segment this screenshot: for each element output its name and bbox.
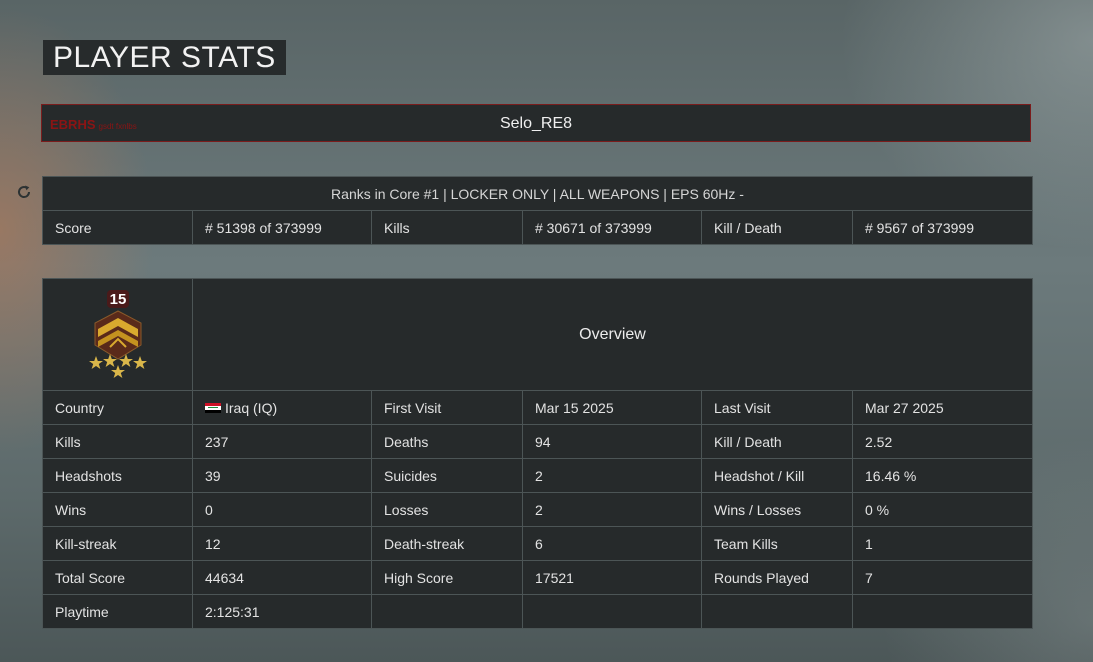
rank-label: Kills: [371, 210, 523, 245]
stat-value: Mar 27 2025: [851, 390, 1034, 425]
stat-value: 44634: [192, 560, 372, 595]
stat-label: First Visit: [371, 390, 523, 425]
stats-row: Country Iraq (IQ) First Visit Mar 15 2025 La…: [42, 390, 1034, 425]
stat-value: [522, 594, 702, 629]
stat-value: 0 %: [851, 492, 1034, 527]
page-title: PLAYER STATS: [43, 40, 286, 75]
refresh-icon[interactable]: [16, 184, 32, 200]
stat-label: Total Score: [42, 560, 193, 595]
stats-row: Kill-streak 12 Death-streak 6 Team Kills 1: [42, 526, 1034, 561]
overview-title: Overview: [191, 278, 1034, 391]
stat-label: Kills: [42, 424, 193, 459]
stat-value: 0: [192, 492, 372, 527]
stat-value: Iraq (IQ): [192, 390, 372, 425]
stats-row: Kills 237 Deaths 94 Kill / Death 2.52: [42, 424, 1034, 459]
rank-badge-icon: 15: [88, 290, 147, 378]
stat-label: Wins / Losses: [701, 492, 853, 527]
stat-value: 2: [522, 492, 702, 527]
stat-value: 6: [522, 526, 702, 561]
stat-value: 17521: [522, 560, 702, 595]
stats-row: Playtime 2:125:31: [42, 594, 1034, 629]
stat-label: Kill / Death: [701, 424, 853, 459]
stat-label: Playtime: [42, 594, 193, 629]
stat-value: 2.52: [851, 424, 1034, 459]
stat-label: High Score: [371, 560, 523, 595]
ranks-header: Ranks in Core #1 | LOCKER ONLY | ALL WEA…: [41, 176, 1034, 211]
stat-label: Suicides: [371, 458, 523, 493]
stat-label: Death-streak: [371, 526, 523, 561]
rank-value: # 51398 of 373999: [192, 210, 372, 245]
stat-value: 2: [522, 458, 702, 493]
rank-value: # 9567 of 373999: [851, 210, 1034, 245]
stat-value: 39: [192, 458, 372, 493]
stat-label: Headshot / Kill: [701, 458, 853, 493]
stat-label: Deaths: [371, 424, 523, 459]
stat-value: [851, 594, 1034, 629]
overview-table: 15 Overview Country Iraq (IQ) First Visit M…: [42, 278, 1034, 629]
stats-row: Total Score 44634 High Score 17521 Rounds Pl…: [42, 560, 1034, 595]
ranks-row: Score # 51398 of 373999 Kills # 30671 of…: [42, 210, 1034, 245]
rank-badge-cell: 15: [42, 278, 193, 391]
stat-value: 237: [192, 424, 372, 459]
stat-label: Last Visit: [701, 390, 853, 425]
stats-row: Wins 0 Losses 2 Wins / Losses 0 %: [42, 492, 1034, 527]
player-name-bar: EBRHS gsdt fxnlbs Selo_RE8: [41, 104, 1031, 142]
rank-label: Kill / Death: [701, 210, 853, 245]
stat-label: Headshots: [42, 458, 193, 493]
stat-value: 2:125:31: [192, 594, 372, 629]
ranks-table: Ranks in Core #1 | LOCKER ONLY | ALL WEA…: [41, 176, 1034, 245]
ranks-header-row: Ranks in Core #1 | LOCKER ONLY | ALL WEA…: [41, 176, 1034, 211]
rank-number: 15: [109, 291, 126, 308]
stat-label: Country: [42, 390, 193, 425]
overview-header-row: 15 Overview: [42, 278, 1034, 391]
stat-label: Kill-streak: [42, 526, 193, 561]
stat-value: Mar 15 2025: [522, 390, 702, 425]
country-text: Iraq (IQ): [225, 399, 278, 416]
stat-value: 16.46 %: [851, 458, 1034, 493]
stats-row: Headshots 39 Suicides 2 Headshot / Kill 16.46…: [42, 458, 1034, 493]
stat-label: Team Kills: [701, 526, 853, 561]
stat-value: 94: [522, 424, 702, 459]
stat-value: 1: [851, 526, 1034, 561]
stat-label: Rounds Played: [701, 560, 853, 595]
stat-label: Wins: [42, 492, 193, 527]
flag-iraq-icon: [205, 402, 221, 414]
rank-label: Score: [42, 210, 193, 245]
stat-label: [701, 594, 853, 629]
stat-value: 7: [851, 560, 1034, 595]
stat-label: Losses: [371, 492, 523, 527]
player-name: Selo_RE8: [499, 115, 573, 132]
stat-value: 12: [192, 526, 372, 561]
stat-label: [371, 594, 523, 629]
rank-value: # 30671 of 373999: [522, 210, 702, 245]
